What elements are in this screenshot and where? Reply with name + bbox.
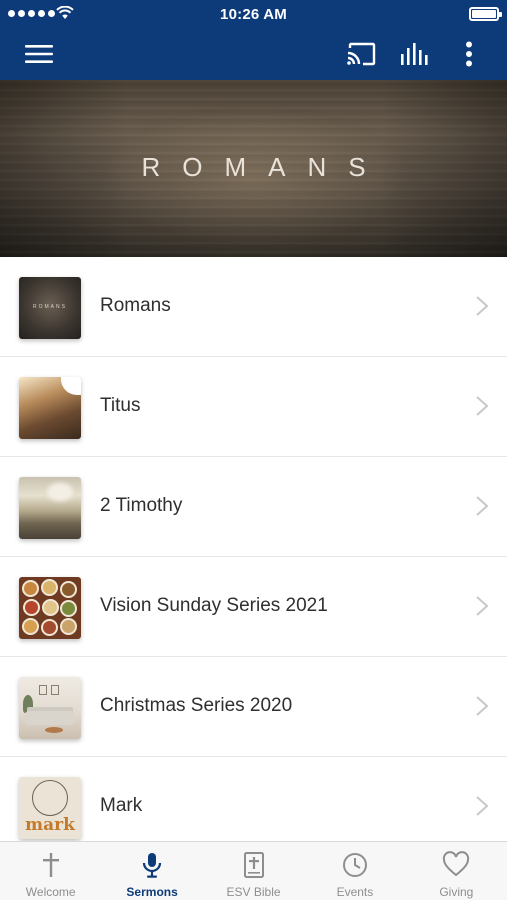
series-item-vision-sunday-2021[interactable]: Vision Sunday Series 2021 bbox=[0, 557, 507, 657]
battery-icon bbox=[469, 7, 502, 21]
more-options-button[interactable] bbox=[451, 36, 487, 72]
series-title: Mark bbox=[100, 795, 143, 816]
series-title: Christmas Series 2020 bbox=[100, 695, 293, 716]
bottom-tab-bar: Welcome Sermons ESV Bible Events Giving bbox=[0, 841, 507, 900]
series-title: Vision Sunday Series 2021 bbox=[100, 595, 328, 616]
thumbnail-text: ROMANS bbox=[33, 304, 67, 310]
series-thumbnail bbox=[19, 477, 81, 539]
audio-bars-icon bbox=[401, 43, 428, 65]
chevron-right-icon bbox=[476, 296, 489, 316]
tab-esv-bible[interactable]: ESV Bible bbox=[203, 842, 304, 900]
series-item-2-timothy[interactable]: 2 Timothy bbox=[0, 457, 507, 557]
more-vertical-icon bbox=[466, 41, 472, 67]
series-thumbnail bbox=[19, 577, 81, 639]
tab-events[interactable]: Events bbox=[304, 842, 405, 900]
hero-banner[interactable]: ROMANS bbox=[0, 80, 507, 257]
series-item-romans[interactable]: ROMANS Romans bbox=[0, 257, 507, 357]
series-item-mark[interactable]: mark Mark bbox=[0, 757, 507, 841]
cast-button[interactable] bbox=[343, 36, 379, 72]
chevron-right-icon bbox=[476, 596, 489, 616]
chevron-right-icon bbox=[476, 396, 489, 416]
thumbnail-text: mark bbox=[25, 815, 75, 835]
tab-label: Sermons bbox=[126, 885, 178, 899]
chevron-right-icon bbox=[476, 496, 489, 516]
series-thumbnail bbox=[19, 377, 81, 439]
menu-button[interactable] bbox=[21, 36, 57, 72]
series-title: Romans bbox=[100, 295, 171, 316]
menu-icon bbox=[25, 45, 53, 63]
series-thumbnail: mark bbox=[19, 777, 81, 839]
clock-icon bbox=[342, 853, 367, 877]
status-time: 10:26 AM bbox=[220, 6, 287, 23]
series-thumbnail: ROMANS bbox=[19, 277, 81, 339]
cast-icon bbox=[347, 42, 376, 66]
series-thumbnail bbox=[19, 677, 81, 739]
status-bar: 10:26 AM bbox=[0, 0, 507, 28]
sermon-series-list: ROMANS Romans Titus 2 Timothy Vision Sun… bbox=[0, 257, 507, 841]
cross-icon bbox=[42, 853, 59, 877]
heart-icon bbox=[443, 851, 470, 877]
tab-label: Events bbox=[336, 885, 374, 899]
microphone-icon bbox=[143, 853, 162, 878]
bible-icon bbox=[243, 852, 264, 878]
tab-label: ESV Bible bbox=[226, 885, 281, 899]
series-item-christmas-2020[interactable]: Christmas Series 2020 bbox=[0, 657, 507, 757]
tab-welcome[interactable]: Welcome bbox=[0, 842, 101, 900]
series-title: Titus bbox=[100, 395, 141, 416]
chevron-right-icon bbox=[476, 796, 489, 816]
tab-label: Giving bbox=[439, 885, 474, 899]
tab-sermons[interactable]: Sermons bbox=[101, 842, 202, 900]
audio-button[interactable] bbox=[397, 36, 433, 72]
top-nav-bar bbox=[0, 28, 507, 80]
series-item-titus[interactable]: Titus bbox=[0, 357, 507, 457]
chevron-right-icon bbox=[476, 696, 489, 716]
hero-title: ROMANS bbox=[141, 152, 388, 182]
tab-label: Welcome bbox=[25, 885, 76, 899]
tab-giving[interactable]: Giving bbox=[406, 842, 507, 900]
series-title: 2 Timothy bbox=[100, 495, 183, 516]
